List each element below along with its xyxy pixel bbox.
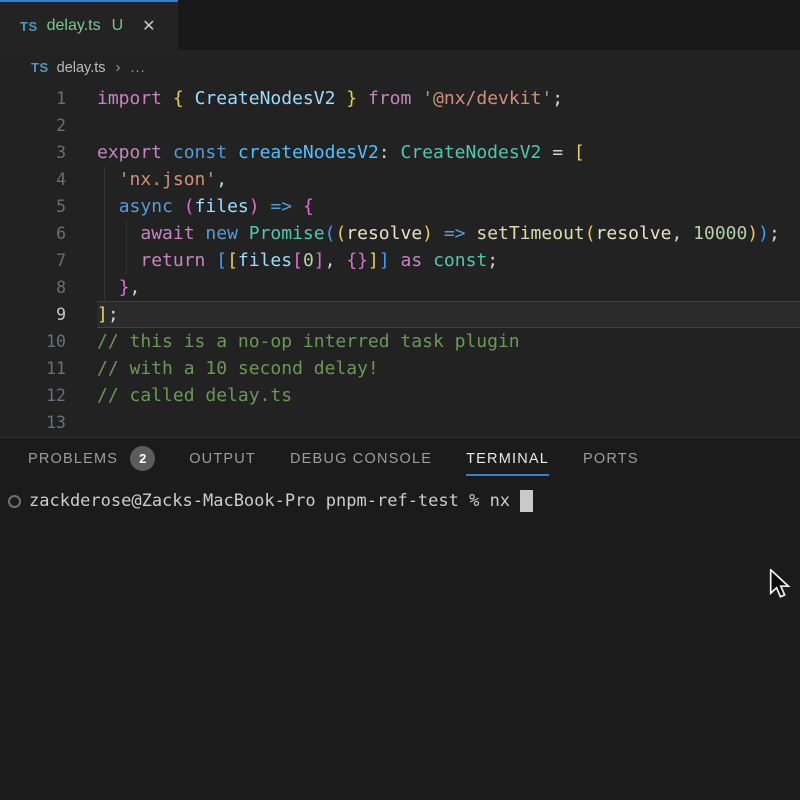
line-number: 2 — [0, 112, 66, 139]
line-number: 1 — [0, 85, 66, 112]
indent-guide — [126, 247, 127, 274]
line-content: 'nx.json', — [66, 166, 227, 193]
line-content: // with a 10 second delay! — [66, 355, 379, 382]
panel-tab-label: OUTPUT — [189, 451, 256, 467]
bottom-panel: PROBLEMS 2 OUTPUT DEBUG CONSOLE TERMINAL PORT… — [0, 437, 800, 800]
line-content: await new Promise((resolve) => setTimeou… — [66, 220, 780, 247]
line-content: // this is a no-op interred task plugin — [66, 328, 520, 355]
git-status-badge: U — [112, 17, 124, 35]
line-number: 5 — [0, 193, 66, 220]
code-line[interactable]: 7 return [[files[0], {}]] as const; — [0, 247, 800, 274]
line-number: 13 — [0, 409, 66, 436]
line-content — [66, 409, 97, 436]
code-line[interactable]: 8 }, — [0, 274, 800, 301]
close-icon[interactable]: ✕ — [142, 16, 155, 36]
vscode-window: TS delay.ts U ✕ TS delay.ts › ... 1impor… — [0, 0, 800, 800]
code-line[interactable]: 9]; — [0, 301, 800, 328]
tab-delay-ts[interactable]: TS delay.ts U ✕ — [0, 0, 178, 50]
terminal-cursor — [520, 490, 533, 512]
breadcrumb: TS delay.ts › ... — [0, 50, 800, 85]
line-content — [66, 112, 97, 139]
line-number: 10 — [0, 328, 66, 355]
code-line[interactable]: 2 — [0, 112, 800, 139]
code-lines: 1import { CreateNodesV2 } from '@nx/devk… — [0, 85, 800, 436]
indent-guide — [104, 166, 105, 193]
line-content: export const createNodesV2: CreateNodesV… — [66, 139, 585, 166]
code-editor[interactable]: 1import { CreateNodesV2 } from '@nx/devk… — [0, 85, 800, 437]
panel-tab-label: DEBUG CONSOLE — [290, 451, 432, 467]
line-number: 12 — [0, 382, 66, 409]
editor-tab-bar: TS delay.ts U ✕ — [0, 0, 800, 50]
line-content: import { CreateNodesV2 } from '@nx/devki… — [66, 85, 563, 112]
panel-tab-ports[interactable]: PORTS — [583, 438, 639, 479]
terminal-prompt-text: zackderose@Zacks-MacBook-Pro pnpm-ref-te… — [29, 491, 520, 511]
panel-tab-label: TERMINAL — [466, 451, 549, 467]
line-content: }, — [66, 274, 140, 301]
line-number: 11 — [0, 355, 66, 382]
problems-count-badge: 2 — [130, 446, 155, 471]
line-number: 8 — [0, 274, 66, 301]
line-number: 4 — [0, 166, 66, 193]
indent-guide — [104, 220, 105, 247]
breadcrumb-symbol-ellipsis[interactable]: ... — [131, 60, 146, 76]
code-line[interactable]: 1import { CreateNodesV2 } from '@nx/devk… — [0, 85, 800, 112]
code-line[interactable]: 6 await new Promise((resolve) => setTime… — [0, 220, 800, 247]
panel-tab-problems[interactable]: PROBLEMS 2 — [28, 438, 155, 479]
panel-tab-label: PORTS — [583, 451, 639, 467]
code-line[interactable]: 13 — [0, 409, 800, 436]
panel-tab-debug-console[interactable]: DEBUG CONSOLE — [290, 438, 432, 479]
code-line[interactable]: 10// this is a no-op interred task plugi… — [0, 328, 800, 355]
chevron-right-icon: › — [116, 59, 121, 76]
code-line[interactable]: 11// with a 10 second delay! — [0, 355, 800, 382]
command-decoration-circle-icon — [8, 495, 21, 508]
line-number: 6 — [0, 220, 66, 247]
line-number: 9 — [0, 301, 66, 328]
typescript-icon: TS — [31, 60, 49, 75]
panel-tab-label: PROBLEMS — [28, 451, 118, 467]
code-line[interactable]: 5 async (files) => { — [0, 193, 800, 220]
line-content: // called delay.ts — [66, 382, 292, 409]
tab-filename: delay.ts — [47, 17, 101, 35]
panel-tab-terminal[interactable]: TERMINAL — [466, 438, 549, 479]
code-line[interactable]: 3export const createNodesV2: CreateNodes… — [0, 139, 800, 166]
line-content: ]; — [66, 301, 119, 328]
indent-guide — [104, 274, 105, 301]
indent-guide — [104, 193, 105, 220]
terminal[interactable]: zackderose@Zacks-MacBook-Pro pnpm-ref-te… — [0, 479, 800, 514]
code-line[interactable]: 4 'nx.json', — [0, 166, 800, 193]
code-line[interactable]: 12// called delay.ts — [0, 382, 800, 409]
line-number: 7 — [0, 247, 66, 274]
line-number: 3 — [0, 139, 66, 166]
panel-tab-bar: PROBLEMS 2 OUTPUT DEBUG CONSOLE TERMINAL PORT… — [0, 438, 800, 479]
terminal-prompt-line: zackderose@Zacks-MacBook-Pro pnpm-ref-te… — [0, 488, 800, 514]
indent-guide — [104, 247, 105, 274]
panel-tab-output[interactable]: OUTPUT — [189, 438, 256, 479]
line-content: return [[files[0], {}]] as const; — [66, 247, 498, 274]
indent-guide — [126, 220, 127, 247]
line-content: async (files) => { — [66, 193, 314, 220]
breadcrumb-file[interactable]: delay.ts — [57, 60, 106, 76]
typescript-icon: TS — [20, 19, 38, 34]
